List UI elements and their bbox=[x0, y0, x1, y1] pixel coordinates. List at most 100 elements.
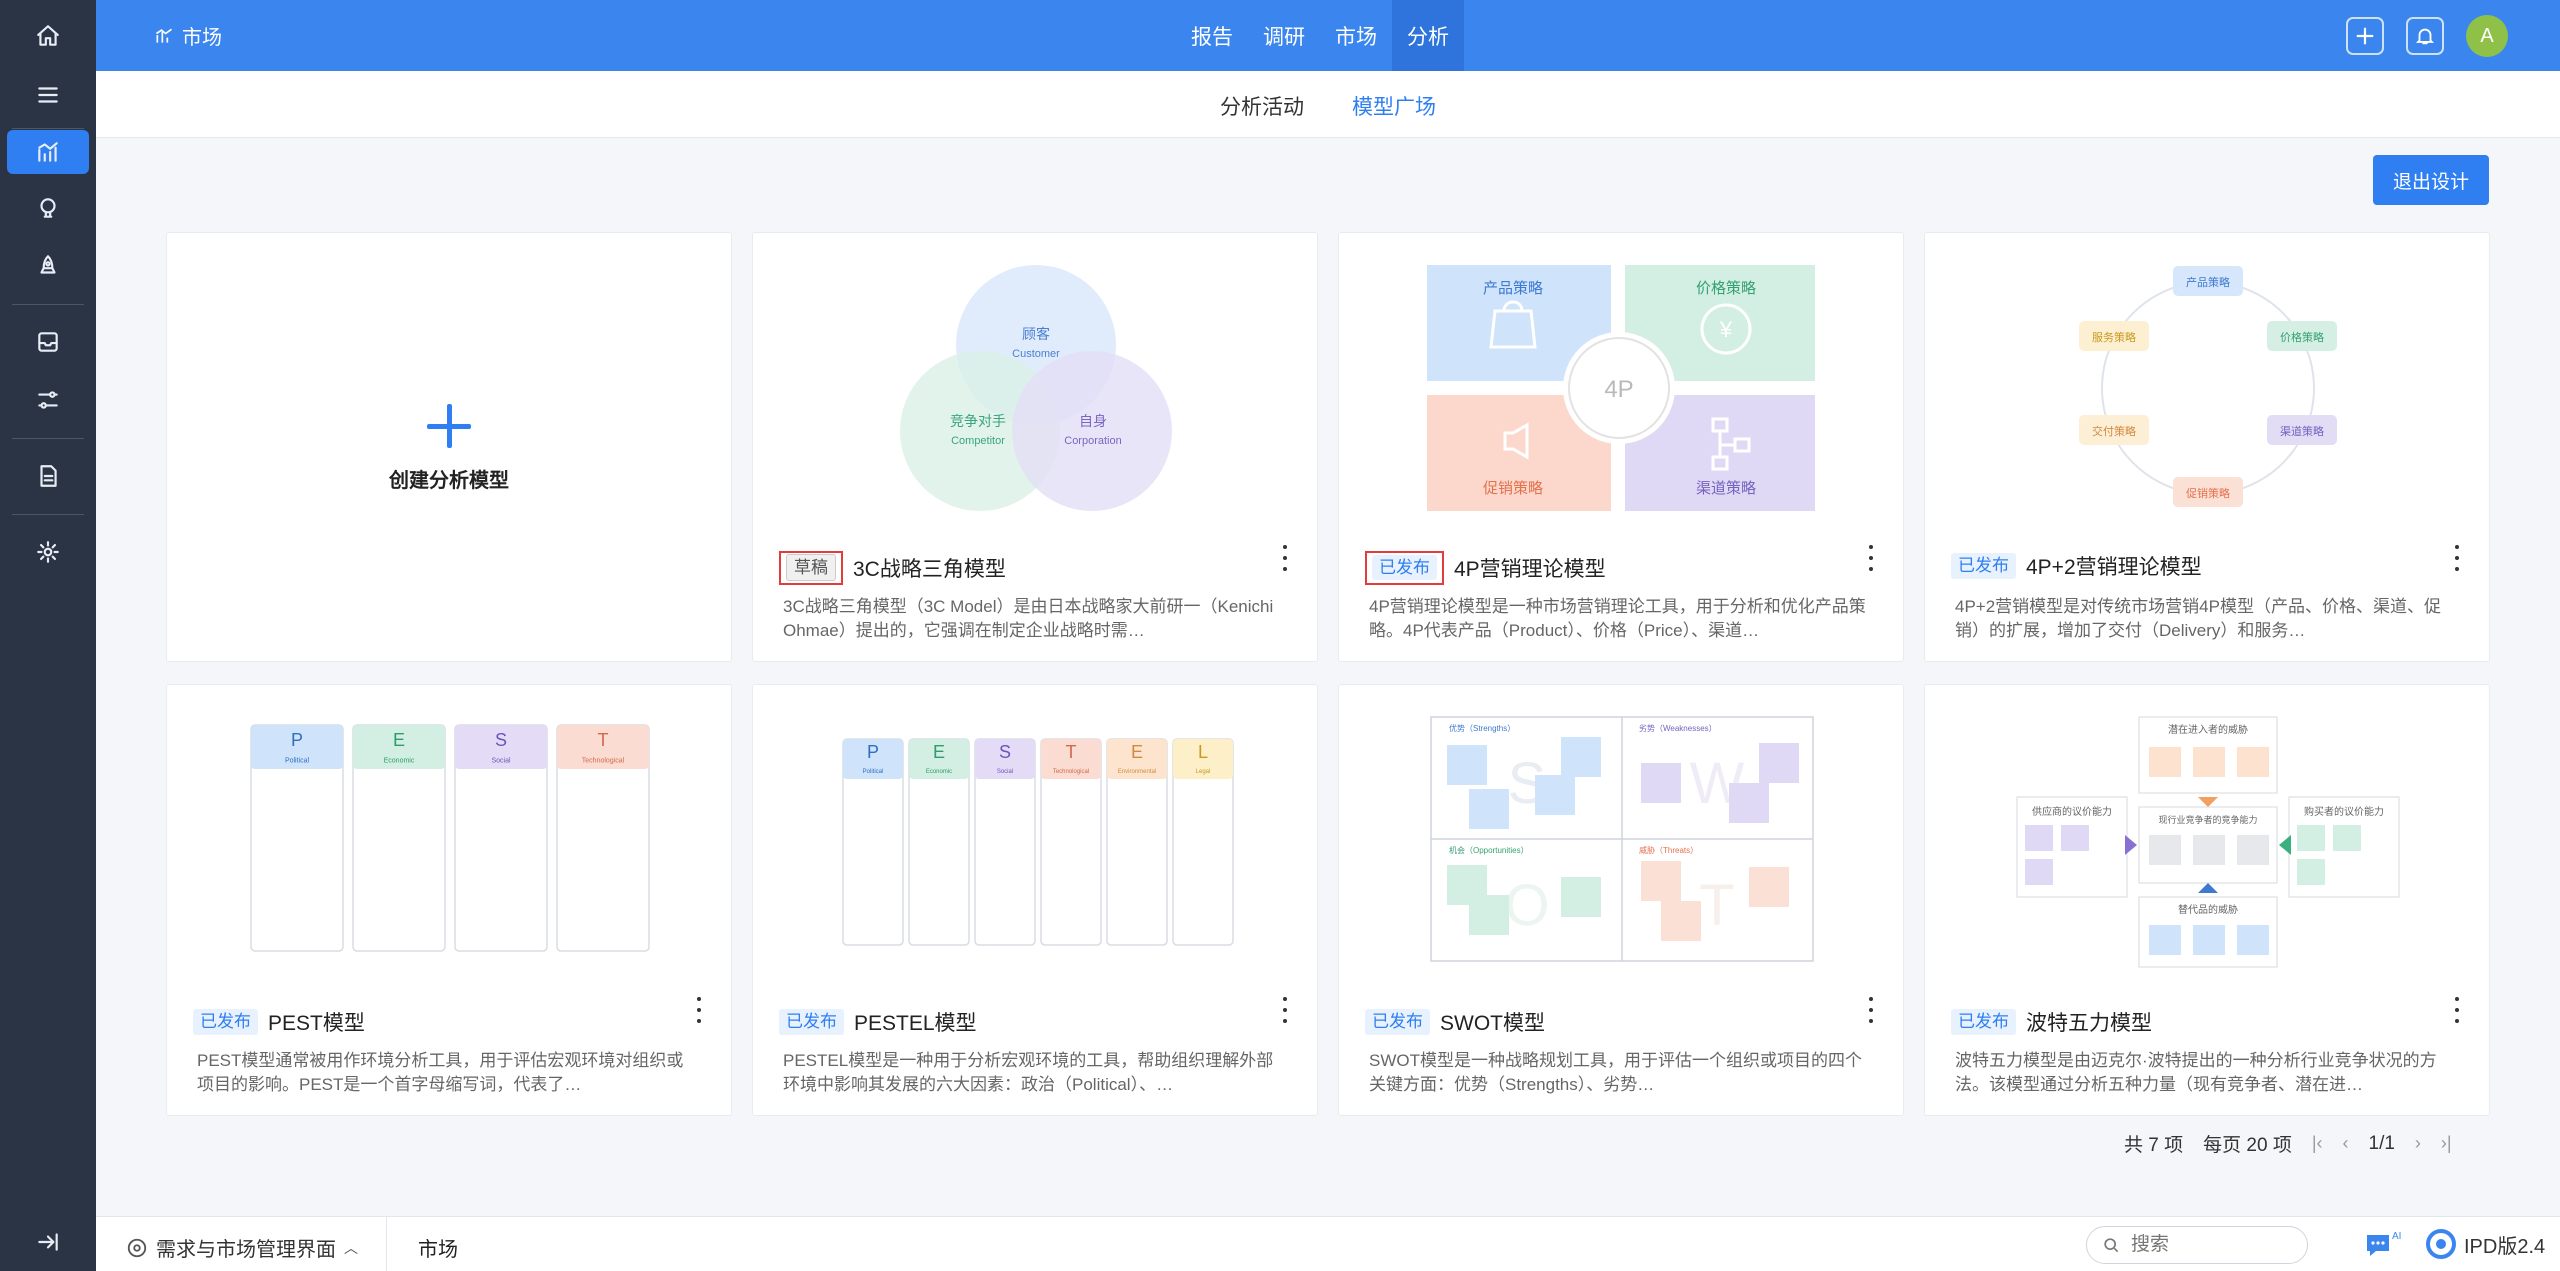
svg-text:促销策略: 促销策略 bbox=[1483, 480, 1543, 497]
column-subtitle: Economic bbox=[384, 757, 415, 764]
notifications-button[interactable] bbox=[2406, 17, 2444, 55]
more-options-icon[interactable] bbox=[2453, 545, 2461, 571]
svg-text:优势（Strengths）: 优势（Strengths） bbox=[1449, 723, 1515, 733]
more-options-icon[interactable] bbox=[2453, 997, 2461, 1023]
svg-text:Competitor: Competitor bbox=[951, 435, 1005, 447]
inbox-icon[interactable] bbox=[7, 320, 89, 364]
collapse-sidebar-icon[interactable] bbox=[7, 1220, 89, 1264]
model-title[interactable]: 4P+2营销理论模型 bbox=[2026, 551, 2202, 581]
subnav-model-plaza[interactable]: 模型广场 bbox=[1352, 91, 1436, 121]
column-letter: S bbox=[495, 730, 507, 750]
prev-page-icon[interactable]: ‹ bbox=[2343, 1133, 2349, 1154]
topnav-research[interactable]: 调研 bbox=[1248, 0, 1320, 71]
app-brand[interactable]: 市场 bbox=[154, 21, 222, 50]
svg-text:产品策略: 产品策略 bbox=[1483, 280, 1543, 297]
model-description: SWOT模型是一种战略规划工具，用于评估一个组织或项目的四个关键方面：优势（St… bbox=[1369, 1051, 1862, 1094]
column-subtitle: Political bbox=[863, 769, 884, 775]
svg-text:竞争对手: 竞争对手 bbox=[950, 413, 1006, 429]
document-icon[interactable] bbox=[7, 454, 89, 498]
more-options-icon[interactable] bbox=[1281, 545, 1289, 571]
model-card[interactable]: 产品策略 价格策略 渠道策略 促销策略 交付策略 服务策略 已发布 4P+2营销… bbox=[1924, 232, 2490, 662]
model-description: PESTEL模型是一种用于分析宏观环境的工具，帮助组织理解外部环境中影响其发展的… bbox=[783, 1051, 1274, 1094]
svg-text:价格策略: 价格策略 bbox=[2280, 330, 2324, 344]
add-button[interactable] bbox=[2346, 17, 2384, 55]
topnav-report[interactable]: 报告 bbox=[1176, 0, 1248, 71]
create-model-label: 创建分析模型 bbox=[389, 469, 509, 492]
page-size[interactable]: 每页 20 项 bbox=[2203, 1130, 2292, 1157]
gear-icon[interactable] bbox=[7, 530, 89, 574]
svg-text:Customer: Customer bbox=[1012, 348, 1060, 360]
search-icon bbox=[2104, 1238, 2119, 1253]
top-navigation: 报告 调研 市场 分析 bbox=[1176, 0, 1464, 71]
model-title[interactable]: 4P营销理论模型 bbox=[1454, 553, 1606, 583]
workspace-switcher[interactable]: 需求与市场管理界面 ︿ bbox=[126, 1233, 358, 1262]
lightbulb-icon[interactable] bbox=[7, 186, 89, 230]
plus-icon bbox=[427, 403, 471, 448]
user-avatar[interactable]: A bbox=[2466, 15, 2508, 57]
svg-text:¥: ¥ bbox=[1719, 317, 1733, 342]
last-page-icon[interactable]: ›| bbox=[2441, 1133, 2452, 1154]
more-options-icon[interactable] bbox=[1281, 997, 1289, 1023]
create-model-card[interactable]: 创建分析模型 bbox=[166, 232, 732, 662]
column-letter: L bbox=[1198, 742, 1208, 762]
model-title[interactable]: 波特五力模型 bbox=[2026, 1007, 2152, 1037]
settings-sliders-icon[interactable] bbox=[7, 378, 89, 422]
model-description: 4P+2营销模型是对传统市场营销4P模型（产品、价格、渠道、促销）的扩展，增加了… bbox=[1955, 597, 2441, 640]
svg-text:威胁（Threats）: 威胁（Threats） bbox=[1639, 845, 1698, 855]
next-page-icon[interactable]: › bbox=[2415, 1133, 2421, 1154]
svg-text:O: O bbox=[1504, 873, 1549, 938]
model-title[interactable]: 3C战略三角模型 bbox=[853, 553, 1006, 583]
status-badge: 已发布 bbox=[1372, 555, 1437, 580]
left-sidebar bbox=[0, 0, 96, 1271]
analytics-icon[interactable] bbox=[7, 130, 89, 174]
model-title[interactable]: PESTEL模型 bbox=[854, 1007, 977, 1037]
ai-chat-icon[interactable]: AI bbox=[2364, 1229, 2402, 1261]
model-card[interactable]: P Political E Economic S Social T Technological… bbox=[166, 684, 732, 1116]
model-description: 4P营销理论模型是一种市场营销理论工具，用于分析和优化产品策略。4P代表产品（P… bbox=[1369, 597, 1866, 640]
column-letter: E bbox=[393, 730, 405, 750]
status-badge: 已发布 bbox=[779, 1009, 844, 1035]
more-options-icon[interactable] bbox=[695, 997, 703, 1023]
svg-text:促销策略: 促销策略 bbox=[2186, 486, 2230, 500]
more-options-icon[interactable] bbox=[1867, 997, 1875, 1023]
status-badge: 已发布 bbox=[1951, 553, 2016, 579]
more-options-icon[interactable] bbox=[1867, 545, 1875, 571]
topnav-analysis[interactable]: 分析 bbox=[1392, 0, 1464, 71]
column-letter: P bbox=[867, 742, 879, 762]
settings-icon bbox=[127, 1238, 147, 1257]
svg-text:AI: AI bbox=[2392, 1231, 2401, 1242]
sub-navigation: 分析活动 模型广场 bbox=[96, 71, 2560, 138]
exit-design-button[interactable]: 退出设计 bbox=[2373, 155, 2489, 205]
model-thumbnail: 潜在进入者的威胁 现行业竞争者的竞争能力 供应商的议价能力 购买者的议价能力 替… bbox=[1925, 685, 2491, 985]
subnav-analysis-activity[interactable]: 分析活动 bbox=[1220, 91, 1304, 121]
pagination: 共 7 项 每页 20 项 |‹ ‹ 1/1 › ›| bbox=[2124, 1130, 2452, 1157]
customer-label: 顾客 bbox=[1022, 326, 1050, 342]
model-card[interactable]: 顾客 Customer 竞争对手 Competitor 自身 Corporati… bbox=[752, 232, 1318, 662]
bell-icon bbox=[2415, 28, 2435, 45]
svg-text:劣势（Weaknesses）: 劣势（Weaknesses） bbox=[1639, 723, 1717, 733]
search-input[interactable] bbox=[2131, 1234, 2281, 1256]
model-title[interactable]: PEST模型 bbox=[268, 1007, 365, 1037]
model-card[interactable]: 优势（Strengths） 劣势（Weaknesses） 机会（Opportun… bbox=[1338, 684, 1904, 1116]
workspace-name: 需求与市场管理界面 bbox=[156, 1239, 336, 1261]
svg-text:购买者的议价能力: 购买者的议价能力 bbox=[2304, 805, 2384, 818]
model-thumbnail: 产品策略 价格策略 渠道策略 促销策略 交付策略 服务策略 bbox=[1925, 233, 2491, 533]
status-badge: 已发布 bbox=[193, 1009, 258, 1035]
rocket-icon[interactable] bbox=[7, 244, 89, 288]
model-card[interactable]: 潜在进入者的威胁 现行业竞争者的竞争能力 供应商的议价能力 购买者的议价能力 替… bbox=[1924, 684, 2490, 1116]
model-thumbnail: 优势（Strengths） 劣势（Weaknesses） 机会（Opportun… bbox=[1339, 685, 1905, 985]
topnav-market[interactable]: 市场 bbox=[1320, 0, 1392, 71]
model-card[interactable]: 4P 产品策略 价格策略 促销策略 渠道策略 ¥ 已发布 4P营销理论模型 4P… bbox=[1338, 232, 1904, 662]
search-box[interactable] bbox=[2086, 1226, 2308, 1264]
home-icon[interactable] bbox=[7, 14, 89, 58]
app-title: 市场 bbox=[182, 27, 222, 49]
model-title[interactable]: SWOT模型 bbox=[1440, 1007, 1545, 1037]
model-description: PEST模型通常被用作环境分析工具，用于评估宏观环境对组织或项目的影响。PEST… bbox=[197, 1051, 684, 1094]
first-page-icon[interactable]: |‹ bbox=[2312, 1133, 2323, 1154]
menu-icon[interactable] bbox=[7, 73, 89, 117]
column-subtitle: Technological bbox=[582, 757, 625, 764]
svg-text:潜在进入者的威胁: 潜在进入者的威胁 bbox=[2168, 723, 2248, 736]
version-info: IPD版2.4 bbox=[2426, 1229, 2545, 1259]
model-card[interactable]: P Political E Economic S Social T Technological… bbox=[752, 684, 1318, 1116]
total-count: 共 7 项 bbox=[2124, 1135, 2184, 1156]
